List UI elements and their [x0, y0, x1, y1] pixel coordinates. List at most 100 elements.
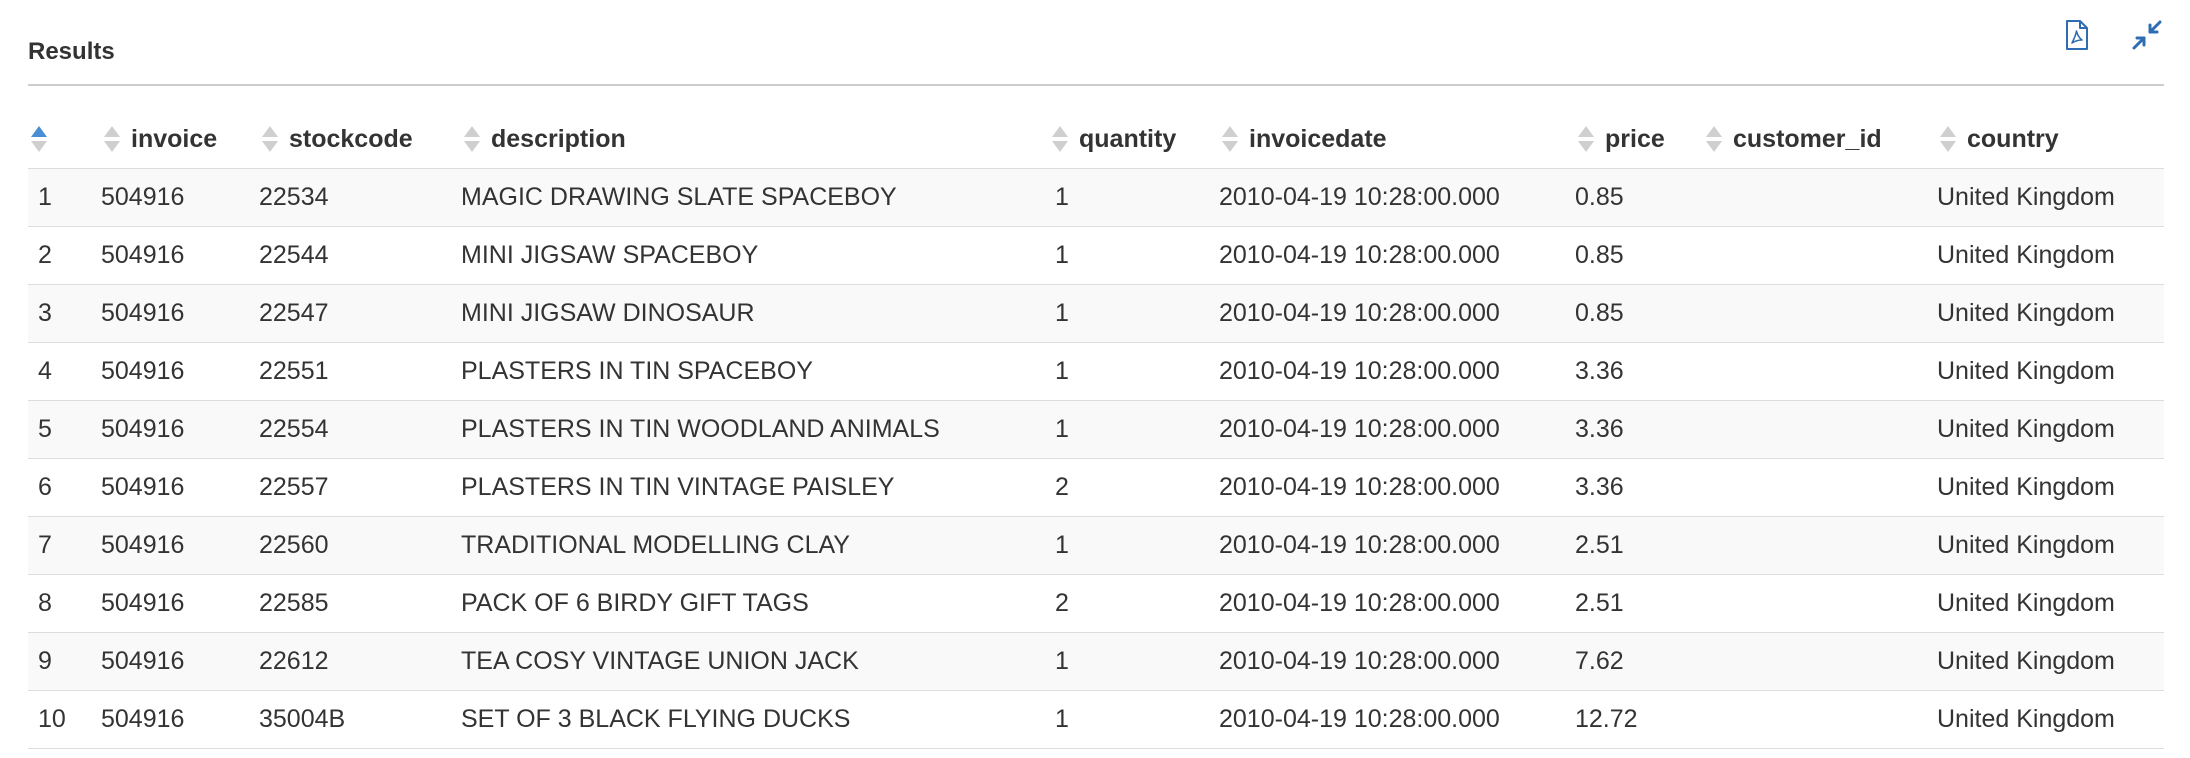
- panel-header: Results: [28, 0, 2164, 86]
- cell-customer_id: [1703, 690, 1937, 749]
- sort-icon[interactable]: [1937, 123, 1959, 155]
- cell-price: 3.36: [1575, 342, 1703, 401]
- cell-quantity: 1: [1049, 226, 1219, 285]
- cell-price: 3.36: [1575, 400, 1703, 459]
- table-row[interactable]: 7 504916 22560 TRADITIONAL MODELLING CLAY 1 2…: [28, 516, 2164, 575]
- cell-country: United Kingdom: [1937, 632, 2164, 691]
- cell-index: 8: [28, 574, 101, 633]
- collapse-icon[interactable]: [2130, 18, 2164, 52]
- cell-stockcode: 22560: [259, 516, 461, 575]
- cell-customer_id: [1703, 284, 1937, 343]
- table-row[interactable]: 9 504916 22612 TEA COSY VINTAGE UNION JACK 1…: [28, 632, 2164, 691]
- sort-icon[interactable]: [1049, 123, 1071, 155]
- cell-customer_id: [1703, 400, 1937, 459]
- cell-price: 0.85: [1575, 226, 1703, 285]
- cell-invoice: 504916: [101, 226, 259, 285]
- cell-price: 0.85: [1575, 284, 1703, 343]
- sort-icon[interactable]: [101, 123, 123, 155]
- sort-ascending-icon[interactable]: [28, 123, 50, 155]
- cell-description: MAGIC DRAWING SLATE SPACEBOY: [461, 168, 1049, 227]
- table-row[interactable]: 2 504916 22544 MINI JIGSAW SPACEBOY 1 2010-04…: [28, 226, 2164, 285]
- cell-invoicedate: 2010-04-19 10:28:00.000: [1219, 690, 1575, 749]
- cell-description: PLASTERS IN TIN SPACEBOY: [461, 342, 1049, 401]
- sort-icon[interactable]: [259, 123, 281, 155]
- cell-invoicedate: 2010-04-19 10:28:00.000: [1219, 400, 1575, 459]
- column-label: description: [491, 124, 626, 153]
- cell-customer_id: [1703, 632, 1937, 691]
- column-header-index[interactable]: [28, 110, 101, 169]
- cell-stockcode: 22585: [259, 574, 461, 633]
- cell-country: United Kingdom: [1937, 516, 2164, 575]
- cell-invoice: 504916: [101, 168, 259, 227]
- sort-icon[interactable]: [461, 123, 483, 155]
- table-row[interactable]: 5 504916 22554 PLASTERS IN TIN WOODLAND ANI…: [28, 400, 2164, 459]
- cell-price: 12.72: [1575, 690, 1703, 749]
- header-actions: [2060, 18, 2164, 52]
- table-row[interactable]: 8 504916 22585 PACK OF 6 BIRDY GIFT TAGS 2 20…: [28, 574, 2164, 633]
- column-header-customer_id[interactable]: customer_id: [1703, 110, 1937, 169]
- cell-invoicedate: 2010-04-19 10:28:00.000: [1219, 458, 1575, 517]
- table-row[interactable]: 10 504916 35004B SET OF 3 BLACK FLYING DUCK…: [28, 690, 2164, 749]
- column-header-country[interactable]: country: [1937, 110, 2164, 169]
- cell-quantity: 1: [1049, 516, 1219, 575]
- column-header-invoice[interactable]: invoice: [101, 110, 259, 169]
- cell-quantity: 1: [1049, 168, 1219, 227]
- cell-description: MINI JIGSAW SPACEBOY: [461, 226, 1049, 285]
- cell-index: 6: [28, 458, 101, 517]
- cell-index: 1: [28, 168, 101, 227]
- cell-invoicedate: 2010-04-19 10:28:00.000: [1219, 284, 1575, 343]
- cell-index: 2: [28, 226, 101, 285]
- cell-invoicedate: 2010-04-19 10:28:00.000: [1219, 342, 1575, 401]
- cell-quantity: 1: [1049, 690, 1219, 749]
- cell-index: 9: [28, 632, 101, 691]
- cell-invoice: 504916: [101, 690, 259, 749]
- table-row[interactable]: 3 504916 22547 MINI JIGSAW DINOSAUR 1 2010-04…: [28, 284, 2164, 343]
- cell-country: United Kingdom: [1937, 574, 2164, 633]
- cell-customer_id: [1703, 342, 1937, 401]
- cell-country: United Kingdom: [1937, 400, 2164, 459]
- cell-invoice: 504916: [101, 632, 259, 691]
- cell-quantity: 1: [1049, 342, 1219, 401]
- sort-icon[interactable]: [1219, 123, 1241, 155]
- cell-country: United Kingdom: [1937, 284, 2164, 343]
- cell-price: 3.36: [1575, 458, 1703, 517]
- cell-country: United Kingdom: [1937, 226, 2164, 285]
- cell-quantity: 2: [1049, 458, 1219, 517]
- sort-icon[interactable]: [1703, 123, 1725, 155]
- cell-description: MINI JIGSAW DINOSAUR: [461, 284, 1049, 343]
- cell-customer_id: [1703, 458, 1937, 517]
- column-label: quantity: [1079, 124, 1177, 153]
- cell-country: United Kingdom: [1937, 458, 2164, 517]
- cell-country: United Kingdom: [1937, 342, 2164, 401]
- export-pdf-icon[interactable]: [2060, 18, 2094, 52]
- cell-description: SET OF 3 BLACK FLYING DUCKS: [461, 690, 1049, 749]
- cell-invoicedate: 2010-04-19 10:28:00.000: [1219, 632, 1575, 691]
- column-header-invoicedate[interactable]: invoicedate: [1219, 110, 1575, 169]
- cell-invoice: 504916: [101, 284, 259, 343]
- cell-price: 2.51: [1575, 574, 1703, 633]
- table-row[interactable]: 4 504916 22551 PLASTERS IN TIN SPACEBOY 1 201…: [28, 342, 2164, 401]
- cell-customer_id: [1703, 516, 1937, 575]
- table-row[interactable]: 1 504916 22534 MAGIC DRAWING SLATE SPACEBOY…: [28, 168, 2164, 227]
- cell-index: 3: [28, 284, 101, 343]
- column-header-quantity[interactable]: quantity: [1049, 110, 1219, 169]
- cell-invoice: 504916: [101, 574, 259, 633]
- cell-quantity: 2: [1049, 574, 1219, 633]
- cell-country: United Kingdom: [1937, 690, 2164, 749]
- column-header-stockcode[interactable]: stockcode: [259, 110, 461, 169]
- cell-invoice: 504916: [101, 458, 259, 517]
- cell-country: United Kingdom: [1937, 168, 2164, 227]
- sort-icon[interactable]: [1575, 123, 1597, 155]
- results-panel: Results invoice stockcode description qu…: [28, 0, 2164, 749]
- cell-stockcode: 22551: [259, 342, 461, 401]
- column-label: country: [1967, 124, 2059, 153]
- column-header-price[interactable]: price: [1575, 110, 1703, 169]
- results-table: invoice stockcode description quantity invoi…: [28, 110, 2164, 749]
- table-header-row: invoice stockcode description quantity invoi…: [28, 110, 2164, 169]
- column-header-description[interactable]: description: [461, 110, 1049, 169]
- cell-invoice: 504916: [101, 400, 259, 459]
- table-row[interactable]: 6 504916 22557 PLASTERS IN TIN VINTAGE PAIS…: [28, 458, 2164, 517]
- cell-invoicedate: 2010-04-19 10:28:00.000: [1219, 226, 1575, 285]
- cell-description: TRADITIONAL MODELLING CLAY: [461, 516, 1049, 575]
- cell-invoice: 504916: [101, 342, 259, 401]
